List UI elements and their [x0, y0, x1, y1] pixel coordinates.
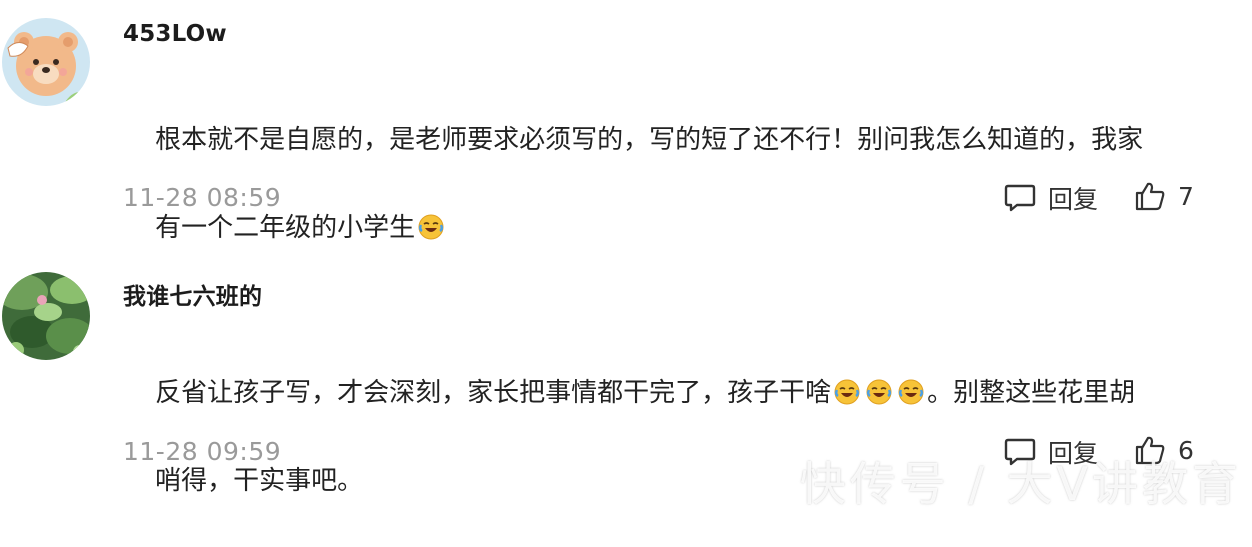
comment-text-line: 哨得，干实事吧。	[155, 466, 364, 496]
comment-timestamp: 11-28 08:59	[123, 183, 282, 212]
comment-text-line: 有一个二年级的小学生	[155, 213, 416, 243]
comment-text-line: 根本就不是自愿的，是老师要求必须写的，写的短了还不行！别问我怎么知道的，我家	[155, 125, 1144, 155]
comment-text-line: 。别整这些花里胡	[927, 378, 1136, 408]
user-avatar[interactable]	[2, 18, 90, 106]
laughing-crying-emoji-icon	[418, 210, 444, 240]
lotus-pond-avatar-icon	[2, 272, 90, 360]
user-avatar[interactable]	[2, 272, 90, 360]
laughing-crying-emoji-icon	[898, 375, 924, 405]
bear-avatar-icon	[2, 18, 90, 106]
thumbs-up-icon	[1134, 180, 1166, 212]
comment-bubble-icon	[1004, 183, 1036, 213]
watermark: 快传号 / 大V讲教育	[799, 457, 1242, 511]
comment-text-line: 反省让孩子写，才会深刻，家长把事情都干完了，孩子干啥	[155, 378, 832, 408]
reply-label: 回复	[1048, 185, 1099, 214]
laughing-crying-emoji-icon	[834, 375, 860, 405]
username[interactable]: 453LOw	[123, 21, 227, 47]
username[interactable]: 我谁七六班的	[123, 277, 262, 311]
reply-button[interactable]: 回复	[1004, 180, 1098, 216]
like-count: 7	[1178, 181, 1194, 211]
comment-timestamp: 11-28 09:59	[123, 437, 282, 466]
laughing-crying-emoji-icon	[866, 375, 892, 405]
like-button[interactable]: 7	[1134, 180, 1194, 212]
